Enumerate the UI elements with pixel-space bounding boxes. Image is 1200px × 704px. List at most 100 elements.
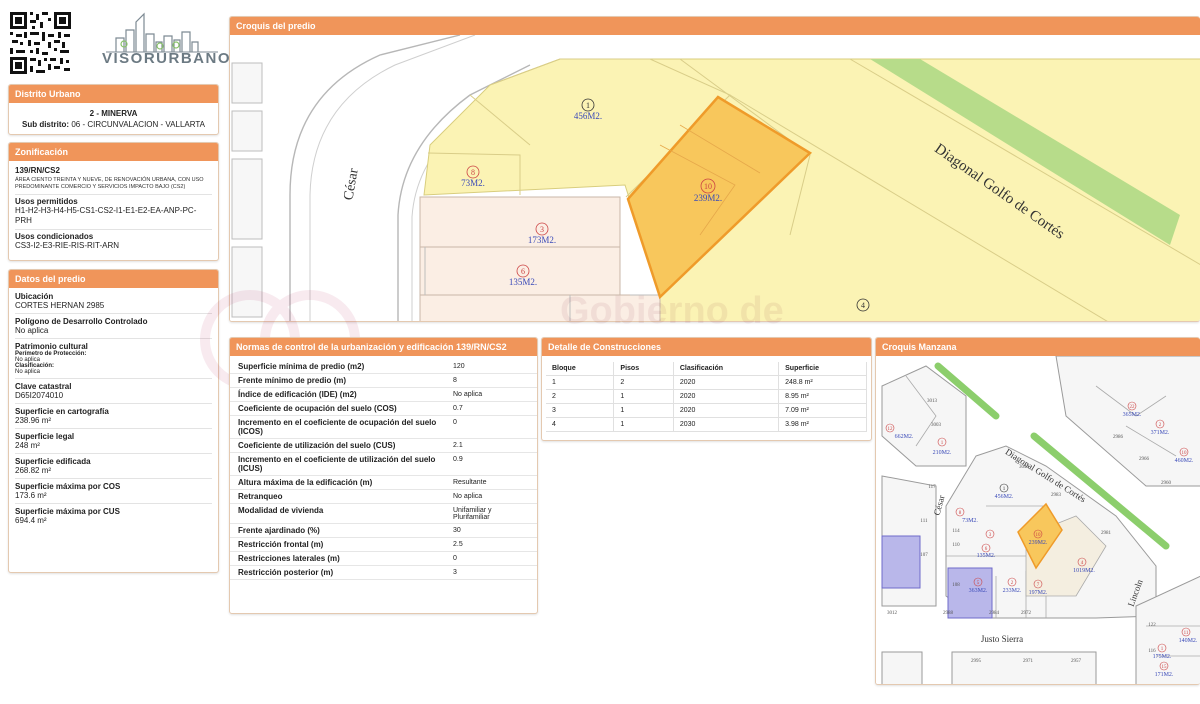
table-row: 2 1 2020 8.95 m² xyxy=(546,389,867,404)
svg-text:15: 15 xyxy=(1162,665,1168,670)
svg-text:122: 122 xyxy=(1148,623,1156,628)
zonificacion-card: Zonificación 139/RN/CS2 ÁREA CIENTO TREI… xyxy=(8,142,219,261)
norma-row: Coeficiente de ocupación del suelo (COS)… xyxy=(230,402,537,416)
table-cell: 8.95 m² xyxy=(778,389,867,404)
svg-text:2988: 2988 xyxy=(943,611,954,616)
table-cell: 2 xyxy=(613,375,674,390)
norma-value: 0.7 xyxy=(453,405,463,412)
norma-label: Índice de edificación (IDE) (m2) xyxy=(238,390,357,399)
manzana-street-justo-sierra: Justo Sierra xyxy=(981,634,1023,644)
norma-label: Incremento en el coeficiente de ocupació… xyxy=(238,418,437,436)
norma-value: No aplica xyxy=(453,493,483,500)
construcciones-table: Bloque Pisos Clasificación Superficie 1 2 202… xyxy=(546,362,867,432)
svg-text:239M2.: 239M2. xyxy=(1029,540,1048,546)
svg-text:365M2.: 365M2. xyxy=(1123,412,1142,418)
svg-text:3012: 3012 xyxy=(887,611,898,616)
construcciones-card: Detalle de Construcciones Bloque Pisos Cla… xyxy=(541,337,872,441)
table-row: 4 1 2030 3.98 m² xyxy=(546,417,867,432)
sup-carto-value: 238.96 m² xyxy=(15,416,52,425)
distrito-card: Distrito Urbano 2 - MINERVA Sub distrito… xyxy=(8,84,219,135)
table-cell: 2020 xyxy=(673,403,780,418)
construcciones-header: Pisos xyxy=(613,362,674,376)
svg-text:10: 10 xyxy=(1036,533,1042,538)
svg-text:107: 107 xyxy=(920,553,928,558)
construcciones-header: Bloque xyxy=(546,362,615,376)
zona-description: ÁREA CIENTO TREINTA Y NUEVE, DE RENOVACI… xyxy=(15,177,204,190)
svg-text:2960: 2960 xyxy=(1161,481,1172,486)
norma-value: 2.1 xyxy=(453,442,463,449)
table-cell: 2020 xyxy=(673,389,780,404)
poligono-label: Polígono de Desarrollo Controlado xyxy=(15,317,148,326)
croquis-manzana-card: Croquis Manzana 12 662M2. 1 210M2. 1 456… xyxy=(875,337,1200,685)
svg-text:460M2.: 460M2. xyxy=(1175,458,1194,464)
clave-value: D65I2074010 xyxy=(15,391,64,400)
construcciones-header: Clasificación xyxy=(673,362,780,376)
table-cell: 2 xyxy=(546,389,615,404)
norma-label: Frente ajardinado (%) xyxy=(238,526,320,535)
croquis-predio-title: Croquis del predio xyxy=(230,17,1200,35)
distrito-title: Distrito Urbano xyxy=(9,85,218,103)
svg-text:2983: 2983 xyxy=(1051,493,1062,498)
norma-label: Modalidad de vivienda xyxy=(238,506,324,515)
usos-condicionados-value: CS3-I2-E3-RIE-RIS-RIT-ARN xyxy=(15,241,120,250)
svg-text:22: 22 xyxy=(1130,405,1136,410)
norma-value: 0 xyxy=(453,419,457,426)
svg-text:210M2.: 210M2. xyxy=(933,450,952,456)
table-cell: 1 xyxy=(613,389,674,404)
predio-card: Datos del predio Ubicación CORTES HERNAN… xyxy=(8,269,219,573)
svg-text:117: 117 xyxy=(928,485,936,490)
construcciones-header: Superficie xyxy=(778,362,867,376)
svg-text:111: 111 xyxy=(920,519,928,524)
subdistrito-value: 06 - CIRCUNVALACION - VALLARTA xyxy=(71,120,205,129)
ubicacion-value: CORTES HERNAN 2985 xyxy=(15,301,105,310)
norma-row: Incremento en el coeficiente de utilizac… xyxy=(230,453,537,476)
usos-permitidos-label: Usos permitidos xyxy=(15,197,78,206)
svg-text:2972: 2972 xyxy=(1021,611,1032,616)
svg-text:2957: 2957 xyxy=(1071,659,1082,664)
lot-num: 10 xyxy=(704,182,712,191)
norma-label: Frente mínimo de predio (m) xyxy=(238,376,347,385)
norma-value: 120 xyxy=(453,363,465,370)
sup-edif-label: Superficie edificada xyxy=(15,457,91,466)
svg-text:171M2.: 171M2. xyxy=(1155,672,1174,678)
table-cell: 7.09 m² xyxy=(778,403,867,418)
svg-text:175M2.: 175M2. xyxy=(1153,654,1172,660)
distrito-name: 2 - MINERVA xyxy=(89,109,138,118)
norma-label: Restricción frontal (m) xyxy=(238,540,324,549)
lot-num: 1 xyxy=(586,101,590,110)
city-skyline-icon xyxy=(106,12,218,53)
norma-row: Índice de edificación (IDE) (m2) No aplic… xyxy=(230,388,537,402)
sup-cus-value: 694.4 m² xyxy=(15,516,47,525)
table-cell: 3 xyxy=(546,403,615,418)
manzana-map[interactable]: 12 662M2. 1 210M2. 1 456M2. 8 73M2. 3 6 … xyxy=(876,356,1200,685)
svg-text:116: 116 xyxy=(1148,649,1156,654)
table-row: 3 1 2020 7.09 m² xyxy=(546,403,867,418)
sup-legal-value: 248 m² xyxy=(15,441,40,450)
qr-code-icon xyxy=(10,12,71,74)
svg-text:114: 114 xyxy=(952,529,960,534)
svg-text:2966: 2966 xyxy=(1139,457,1150,462)
clave-label: Clave catastral xyxy=(15,382,72,391)
table-cell: 248.8 m² xyxy=(778,375,867,390)
usos-condicionados-label: Usos condicionados xyxy=(15,232,94,241)
svg-text:12: 12 xyxy=(888,427,894,432)
poligono-value: No aplica xyxy=(15,326,49,335)
svg-text:73M2.: 73M2. xyxy=(962,518,978,524)
svg-text:108: 108 xyxy=(952,583,960,588)
svg-text:456M2.: 456M2. xyxy=(995,494,1014,500)
svg-text:233M2.: 233M2. xyxy=(1003,588,1022,594)
svg-text:1019M2.: 1019M2. xyxy=(1073,568,1095,574)
norma-row: Frente ajardinado (%) 30 xyxy=(230,524,537,538)
svg-text:2984: 2984 xyxy=(989,611,1000,616)
zonificacion-title: Zonificación xyxy=(9,143,218,161)
table-cell: 2020 xyxy=(673,375,780,390)
table-cell: 1 xyxy=(613,417,674,432)
predio-title: Datos del predio xyxy=(9,270,218,288)
lot-num: 8 xyxy=(471,168,475,177)
svg-text:2995: 2995 xyxy=(971,659,982,664)
norma-row: Altura máxima de la edificación (m) Resul… xyxy=(230,476,537,490)
sup-cos-value: 173.6 m² xyxy=(15,491,47,500)
norma-label: Restricción posterior (m) xyxy=(238,568,334,577)
svg-text:10: 10 xyxy=(1182,451,1188,456)
svg-text:2981: 2981 xyxy=(1101,531,1112,536)
